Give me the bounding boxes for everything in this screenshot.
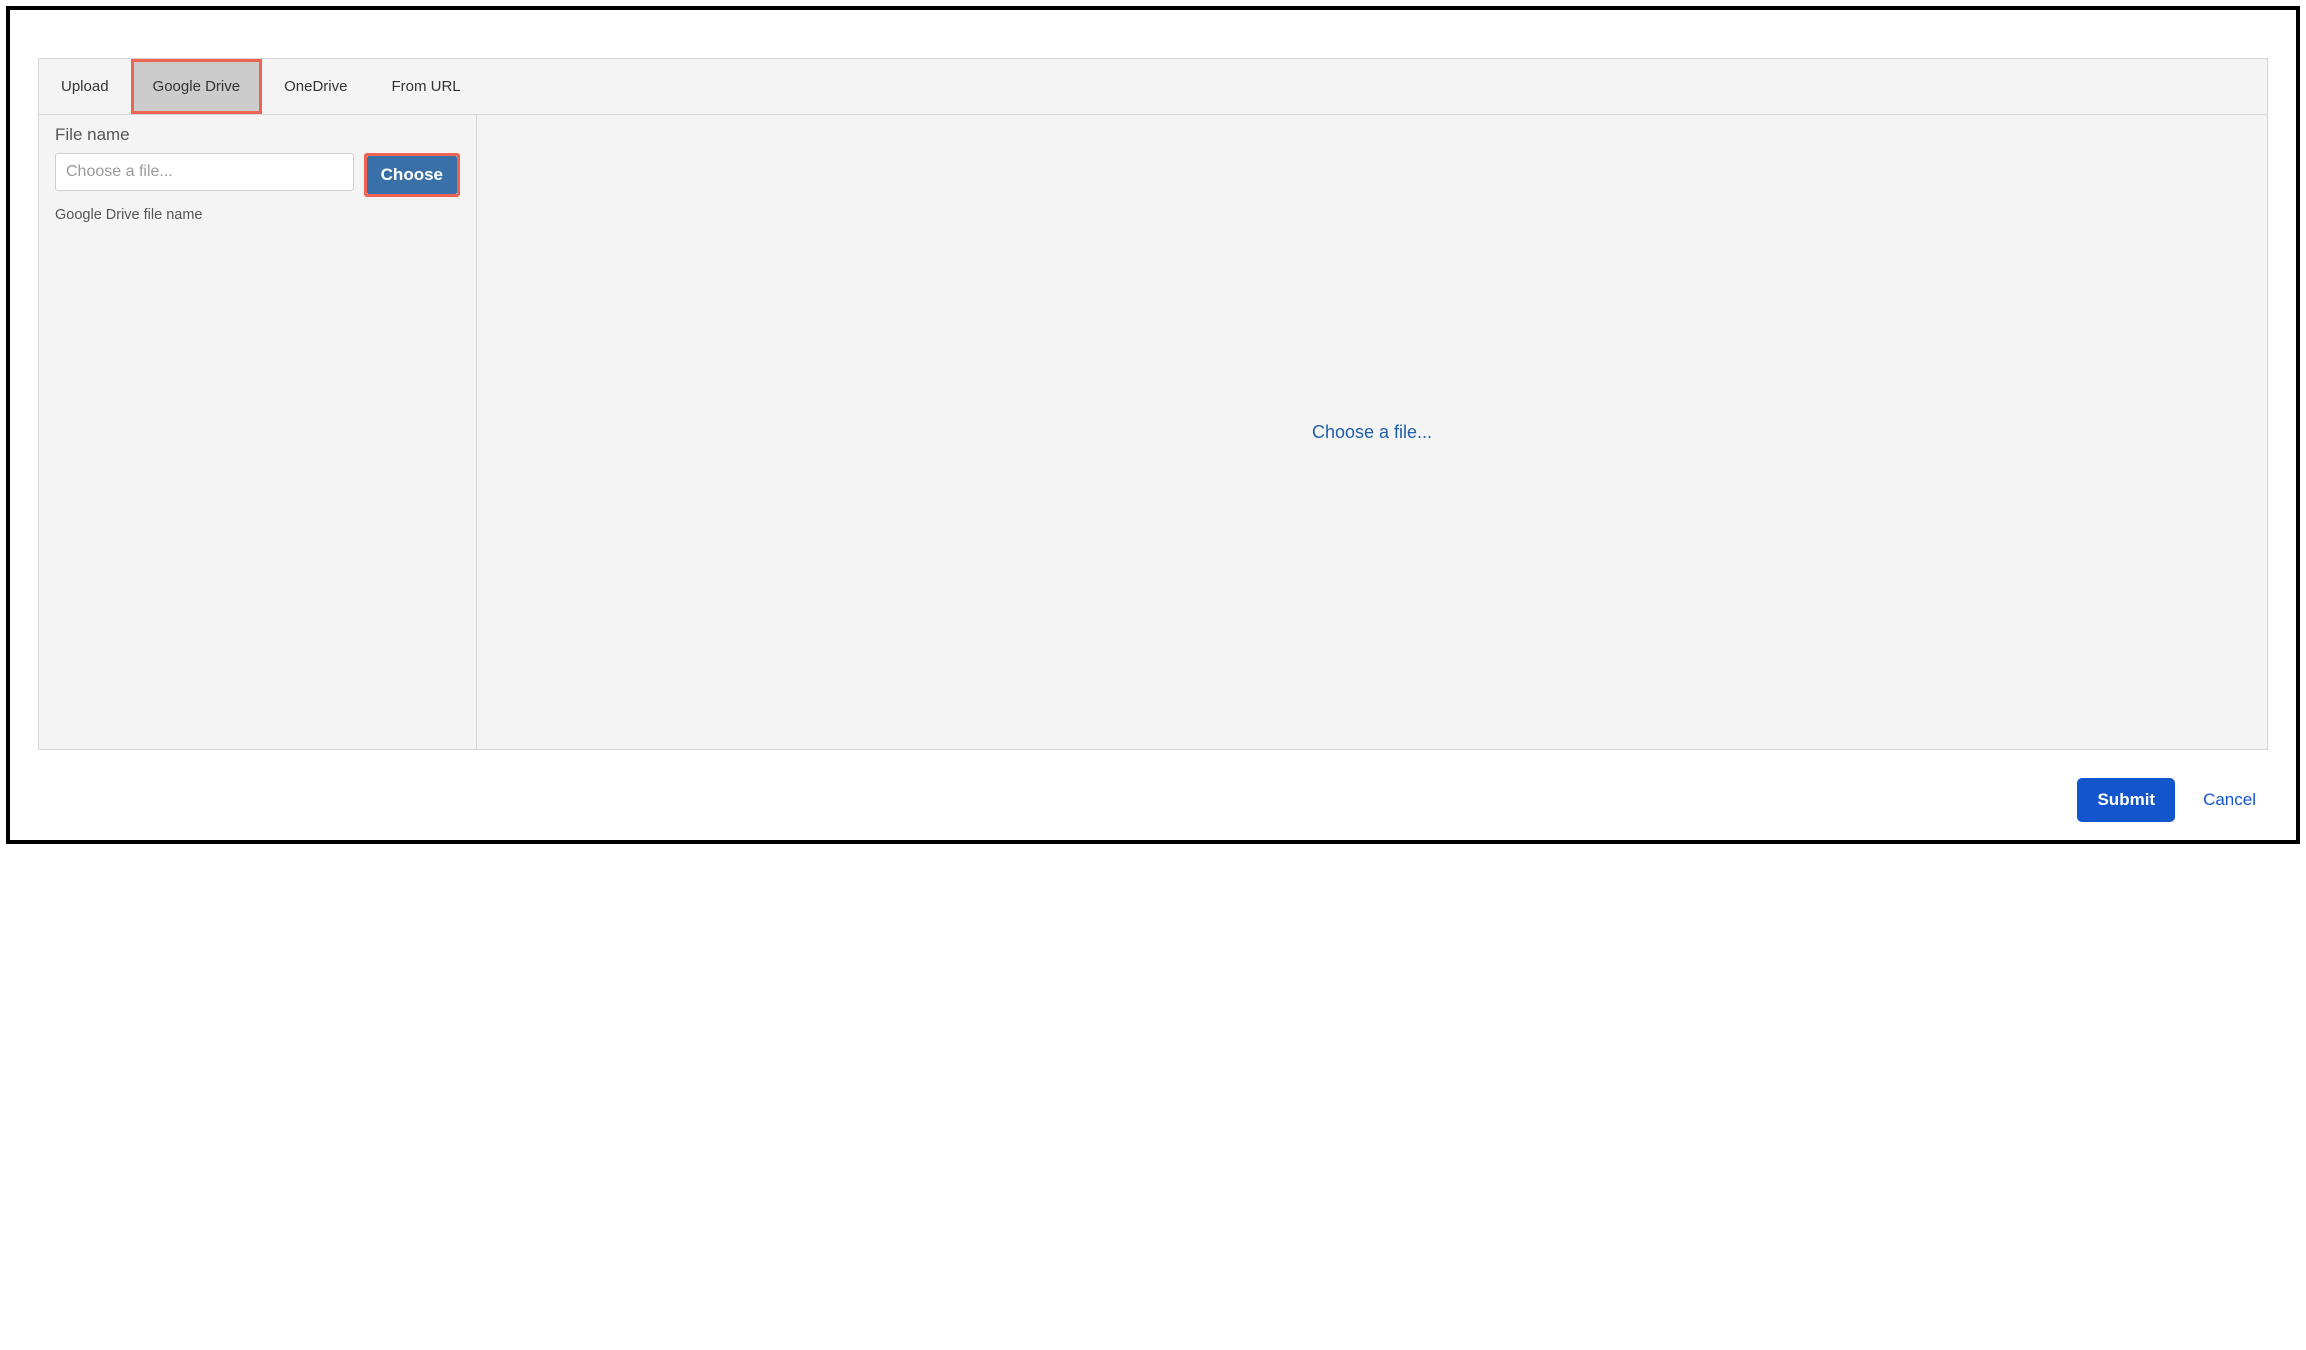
upload-panel: Upload Google Drive OneDrive From URL Fi… <box>38 58 2268 750</box>
tabs-bar: Upload Google Drive OneDrive From URL <box>39 59 2267 115</box>
preview-column: Choose a file... <box>477 115 2267 749</box>
choose-highlight: Choose <box>364 153 460 197</box>
content-region: Upload Google Drive OneDrive From URL Fi… <box>10 10 2296 750</box>
dialog-frame: Upload Google Drive OneDrive From URL Fi… <box>6 6 2300 844</box>
footer-bar: Submit Cancel <box>10 750 2296 840</box>
file-name-input[interactable] <box>55 153 354 191</box>
helper-text: Google Drive file name <box>55 207 460 223</box>
choose-button[interactable]: Choose <box>367 156 457 194</box>
panel-body: File name Choose Google Drive file name … <box>39 115 2267 749</box>
tab-upload[interactable]: Upload <box>39 59 131 114</box>
tab-onedrive[interactable]: OneDrive <box>262 59 369 114</box>
tab-from-url[interactable]: From URL <box>369 59 482 114</box>
tab-google-drive[interactable]: Google Drive <box>131 59 263 114</box>
file-input-row: Choose <box>55 153 460 197</box>
file-name-label: File name <box>55 125 460 145</box>
left-column: File name Choose Google Drive file name <box>39 115 477 749</box>
preview-placeholder-link[interactable]: Choose a file... <box>1312 422 1432 443</box>
submit-button[interactable]: Submit <box>2077 778 2175 822</box>
cancel-link[interactable]: Cancel <box>2203 790 2256 810</box>
